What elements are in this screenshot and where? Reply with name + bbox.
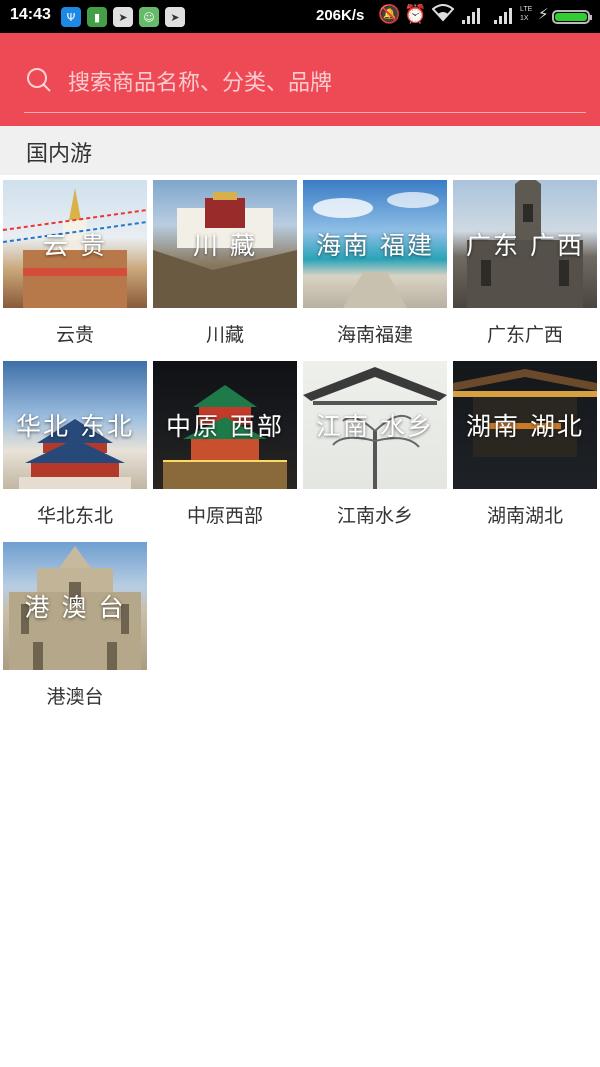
region-overlay-label: 中原 西部 xyxy=(166,412,284,441)
search-input[interactable]: 搜索商品名称、分类、品牌 xyxy=(68,65,548,97)
network-speed: 206K/s xyxy=(316,7,365,24)
header: 搜索商品名称、分类、品牌 xyxy=(0,33,600,126)
region-tile-hainan-fujian[interactable]: 海南 福建 海南福建 xyxy=(303,180,447,348)
region-overlay-label: 云 贵 xyxy=(43,231,107,260)
section-header: 国内游 xyxy=(0,126,600,175)
region-caption: 云贵 xyxy=(55,324,94,346)
region-tile-yungui[interactable]: 云 贵 云贵 xyxy=(3,180,147,348)
mute-notification-icon: 🔕 xyxy=(378,4,401,25)
region-tile-chuanzang[interactable]: 川 藏 川藏 xyxy=(153,180,297,348)
region-image: 湖南 湖北 xyxy=(453,361,597,489)
telegram-icon: ➤ xyxy=(113,7,133,27)
search-icon xyxy=(27,68,51,92)
network-type: LTE 1X xyxy=(520,5,532,23)
android-icon: ☺ xyxy=(139,7,159,27)
region-overlay-label: 华北 东北 xyxy=(16,412,134,441)
region-image: 广东 广西 xyxy=(453,180,597,308)
region-overlay-label: 江南 水乡 xyxy=(316,412,434,441)
signal-icon-2 xyxy=(494,8,514,29)
region-caption: 广东广西 xyxy=(486,324,563,346)
region-overlay-label: 港 澳 台 xyxy=(24,593,126,622)
wifi-icon xyxy=(431,4,455,27)
alarm-icon: ⏰ xyxy=(404,4,427,25)
region-caption: 湖南湖北 xyxy=(486,505,563,527)
region-image: 江南 水乡 xyxy=(303,361,447,489)
region-tile-hunan-hubei[interactable]: 湖南 湖北 湖南湖北 xyxy=(453,361,597,529)
region-image: 中原 西部 xyxy=(153,361,297,489)
charging-icon: ⚡ xyxy=(538,5,549,23)
region-image: 港 澳 台 xyxy=(3,542,147,670)
region-image: 华北 东北 xyxy=(3,361,147,489)
region-tile-zhongyuan-xibu[interactable]: 中原 西部 中原西部 xyxy=(153,361,297,529)
network-type-bottom: 1X xyxy=(520,15,529,22)
region-caption: 中原西部 xyxy=(186,505,263,527)
region-tile-gang-ao-tai[interactable]: 港 澳 台 港澳台 xyxy=(3,542,147,710)
region-caption: 江南水乡 xyxy=(336,505,413,527)
region-image: 海南 福建 xyxy=(303,180,447,308)
region-caption: 华北东北 xyxy=(36,505,113,527)
region-overlay-label: 湖南 湖北 xyxy=(466,412,584,441)
network-type-top: LTE xyxy=(520,6,533,13)
section-title: 国内游 xyxy=(26,142,93,167)
region-image: 川 藏 xyxy=(153,180,297,308)
region-tile-guangdong-guangxi[interactable]: 广东 广西 广东广西 xyxy=(453,180,597,348)
status-bar: 14:43 Ψ ▮ ➤ ☺ ➤ 206K/s 🔕 ⏰ LTE 1X ⚡ xyxy=(0,0,600,33)
search-bar[interactable]: 搜索商品名称、分类、品牌 xyxy=(24,57,586,113)
status-time: 14:43 xyxy=(10,6,51,23)
region-overlay-label: 广东 广西 xyxy=(466,231,584,260)
region-tile-jiangnan-shuixiang[interactable]: 江南 水乡 江南水乡 xyxy=(303,361,447,529)
region-overlay-label: 海南 福建 xyxy=(316,231,434,260)
region-overlay-label: 川 藏 xyxy=(193,231,257,260)
region-caption: 海南福建 xyxy=(336,324,413,346)
usb-icon: Ψ xyxy=(61,7,81,27)
region-tile-huabei-dongbei[interactable]: 华北 东北 华北东北 xyxy=(3,361,147,529)
signal-icon xyxy=(462,8,482,29)
battery-app-icon: ▮ xyxy=(87,7,107,27)
region-caption: 川藏 xyxy=(205,324,244,346)
battery-icon xyxy=(552,10,592,24)
region-caption: 港澳台 xyxy=(46,686,104,708)
region-image: 云 贵 xyxy=(3,180,147,308)
telegram-icon-2: ➤ xyxy=(165,7,185,27)
